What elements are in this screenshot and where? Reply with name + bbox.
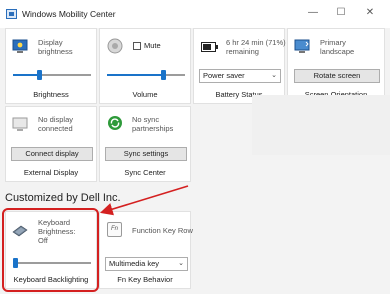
highlight-box bbox=[2, 208, 99, 292]
rotate-screen-button[interactable]: Rotate screen bbox=[294, 69, 380, 83]
brightness-label-1: Display bbox=[38, 38, 63, 47]
orientation-label-1: Primary bbox=[320, 38, 346, 47]
brightness-slider-fill bbox=[13, 74, 39, 76]
sync-footer: Sync Center bbox=[124, 168, 166, 177]
power-plan-value: Power saver bbox=[203, 71, 245, 80]
close-button[interactable]: ✕ bbox=[359, 6, 381, 20]
brightness-slider-thumb[interactable] bbox=[37, 70, 42, 80]
external-display-footer: External Display bbox=[23, 168, 79, 177]
brightness-label-2: brightness bbox=[38, 47, 73, 56]
fn-key-select[interactable]: Multimedia key ⌄ bbox=[105, 257, 188, 271]
fn-key-icon: Fn bbox=[107, 222, 122, 237]
external-display-icon bbox=[12, 116, 28, 132]
chevron-down-icon: ⌄ bbox=[271, 72, 277, 79]
maximize-button[interactable]: ☐ bbox=[330, 6, 352, 20]
sync-settings-button[interactable]: Sync settings bbox=[105, 147, 187, 161]
mute-checkbox[interactable] bbox=[133, 42, 141, 50]
sync-label-2: partnerships bbox=[132, 124, 174, 133]
volume-tile: Mute Volume bbox=[99, 28, 191, 104]
battery-tile: 6 hr 24 min (71%) remaining Power saver … bbox=[193, 28, 286, 104]
volume-slider-fill bbox=[107, 74, 163, 76]
external-display-label-2: connected bbox=[38, 124, 73, 133]
chevron-down-icon: ⌄ bbox=[178, 260, 184, 267]
fn-key-value: Multimedia key bbox=[109, 259, 160, 268]
minimize-button[interactable]: — bbox=[302, 6, 324, 20]
volume-slider-thumb[interactable] bbox=[161, 70, 166, 80]
sync-label-1: No sync bbox=[132, 115, 160, 124]
fn-key-footer: Fn Key Behavior bbox=[117, 275, 173, 284]
brightness-footer: Brightness bbox=[33, 90, 69, 99]
title-bar: Windows Mobility Center — ☐ ✕ bbox=[0, 0, 390, 28]
fn-key-behavior-tile: Fn Function Key Row Multimedia key ⌄ Fn … bbox=[99, 211, 193, 289]
power-plan-select[interactable]: Power saver ⌄ bbox=[199, 69, 281, 83]
section-heading: Customized by Dell Inc. bbox=[5, 192, 121, 204]
volume-footer: Volume bbox=[132, 90, 158, 99]
sync-icon bbox=[107, 115, 123, 131]
sync-center-tile: No sync partnerships Sync settings Sync … bbox=[99, 106, 191, 182]
fn-key-label: Function Key Row bbox=[132, 226, 193, 235]
screen-rotate-icon bbox=[294, 38, 310, 54]
battery-icon bbox=[201, 41, 219, 53]
window-title: Windows Mobility Center bbox=[22, 9, 116, 19]
external-display-label-1: No display bbox=[38, 115, 74, 124]
display-brightness-icon bbox=[12, 38, 28, 54]
screen-orientation-tile: Primary landscape Rotate screen Screen O… bbox=[287, 28, 385, 104]
mobility-center-icon bbox=[6, 9, 17, 19]
speaker-icon bbox=[107, 38, 123, 54]
brightness-tile: Display brightness Brightness bbox=[5, 28, 97, 104]
connect-display-button[interactable]: Connect display bbox=[11, 147, 93, 161]
empty-tile-area bbox=[252, 95, 390, 155]
orientation-label-2: landscape bbox=[320, 47, 355, 56]
battery-status-1: 6 hr 24 min (71%) bbox=[226, 38, 286, 47]
battery-status-2: remaining bbox=[226, 47, 259, 56]
mute-label: Mute bbox=[144, 41, 161, 50]
external-display-tile: No display connected Connect display Ext… bbox=[5, 106, 97, 182]
